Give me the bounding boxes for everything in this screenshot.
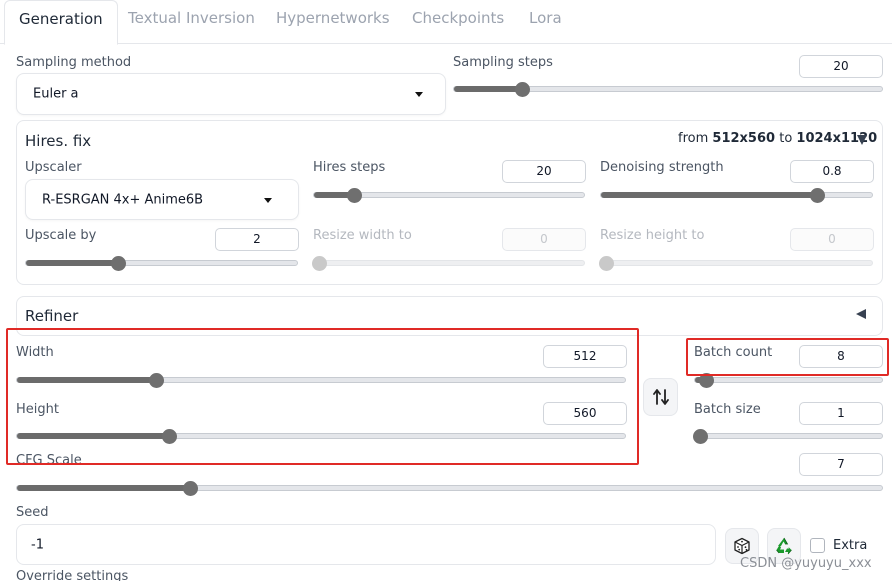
slider-thumb[interactable] xyxy=(347,187,362,203)
slider-thumb xyxy=(599,255,614,271)
upscale-by-input[interactable]: 2 xyxy=(215,228,299,251)
hires-to-label: to xyxy=(779,131,793,146)
tab-hypernetworks[interactable]: Hypernetworks xyxy=(276,0,390,44)
upscale-by-slider[interactable] xyxy=(25,255,298,271)
denoising-strength-input[interactable]: 0.8 xyxy=(790,160,874,183)
hires-steps-slider[interactable] xyxy=(313,187,585,203)
seed-value: -1 xyxy=(31,537,44,552)
slider-thumb[interactable] xyxy=(161,428,177,444)
sampling-method-value: Euler a xyxy=(33,86,79,102)
seed-label: Seed xyxy=(16,505,49,520)
sampling-method-dropdown[interactable]: Euler a xyxy=(16,73,446,115)
batch-count-label: Batch count xyxy=(694,345,773,360)
sampling-method-label: Sampling method xyxy=(16,55,132,70)
slider-thumb[interactable] xyxy=(693,428,708,444)
height-slider[interactable] xyxy=(16,428,626,444)
seed-input[interactable]: -1 xyxy=(16,524,716,565)
dice-icon xyxy=(734,537,750,555)
batch-count-slider[interactable] xyxy=(694,372,883,388)
tab-lora[interactable]: Lora xyxy=(529,0,562,44)
expand-triangle-icon[interactable] xyxy=(856,309,866,319)
extra-label: Extra xyxy=(833,538,868,553)
denoising-strength-label: Denoising strength xyxy=(600,160,724,175)
hires-resolution-info: from 512x560 to 1024x1120 xyxy=(678,131,877,146)
cfg-scale-slider[interactable] xyxy=(16,480,883,496)
chevron-down-icon xyxy=(415,92,423,97)
slider-thumb[interactable] xyxy=(514,81,530,97)
chevron-down-icon xyxy=(264,197,272,203)
width-slider[interactable] xyxy=(16,372,626,388)
slider-thumb[interactable] xyxy=(182,480,198,496)
cfg-scale-input[interactable]: 7 xyxy=(799,453,883,476)
tab-bar: Generation Textual Inversion Hypernetwor… xyxy=(0,0,892,45)
watermark-text: CSDN @yuyuyu_xxx xyxy=(740,556,872,571)
width-label: Width xyxy=(16,345,54,360)
upscaler-value: R-ESRGAN 4x+ Anime6B xyxy=(42,192,204,207)
batch-size-slider[interactable] xyxy=(693,428,883,444)
slider-thumb[interactable] xyxy=(698,372,714,388)
slider-thumb[interactable] xyxy=(149,372,165,388)
resize-height-input: 0 xyxy=(790,228,874,251)
extra-checkbox[interactable] xyxy=(810,538,825,553)
hires-from-value: 512x560 xyxy=(712,131,776,146)
resize-width-label: Resize width to xyxy=(313,228,412,243)
resize-height-slider xyxy=(599,255,873,271)
height-input[interactable]: 560 xyxy=(543,402,627,425)
sampling-steps-slider[interactable] xyxy=(453,81,883,97)
slider-thumb[interactable] xyxy=(810,187,826,203)
resize-width-input: 0 xyxy=(502,228,586,251)
batch-size-input[interactable]: 1 xyxy=(799,402,883,425)
height-label: Height xyxy=(16,402,59,417)
slider-thumb xyxy=(312,255,327,271)
resize-height-label: Resize height to xyxy=(600,228,705,243)
refiner-title[interactable]: Refiner xyxy=(25,307,78,325)
recycle-icon xyxy=(776,537,792,555)
hires-steps-input[interactable]: 20 xyxy=(502,160,586,183)
swap-vertical-arrows-icon xyxy=(652,389,669,405)
hires-steps-label: Hires steps xyxy=(313,160,386,175)
slider-thumb[interactable] xyxy=(110,255,126,271)
refiner-panel[interactable] xyxy=(16,296,883,336)
swap-dimensions-button[interactable] xyxy=(643,378,678,416)
batch-size-label: Batch size xyxy=(694,402,761,417)
batch-count-input[interactable]: 8 xyxy=(799,345,883,368)
upscaler-dropdown[interactable]: R-ESRGAN 4x+ Anime6B xyxy=(25,179,299,220)
collapse-triangle-icon[interactable] xyxy=(857,135,867,145)
sampling-steps-label: Sampling steps xyxy=(453,55,553,70)
override-settings-label: Override settings xyxy=(16,569,129,581)
width-input[interactable]: 512 xyxy=(543,345,627,368)
upscale-by-label: Upscale by xyxy=(25,228,97,243)
hires-from-label: from xyxy=(678,131,709,146)
upscaler-label: Upscaler xyxy=(25,160,82,175)
cfg-scale-label: CFG Scale xyxy=(16,453,82,468)
sampling-steps-input[interactable]: 20 xyxy=(799,55,883,78)
tab-generation[interactable]: Generation xyxy=(4,0,118,45)
denoising-strength-slider[interactable] xyxy=(600,187,873,203)
resize-width-slider xyxy=(312,255,585,271)
tab-checkpoints[interactable]: Checkpoints xyxy=(412,0,504,44)
hires-fix-title[interactable]: Hires. fix xyxy=(25,132,91,150)
tab-textual-inversion[interactable]: Textual Inversion xyxy=(128,0,255,44)
